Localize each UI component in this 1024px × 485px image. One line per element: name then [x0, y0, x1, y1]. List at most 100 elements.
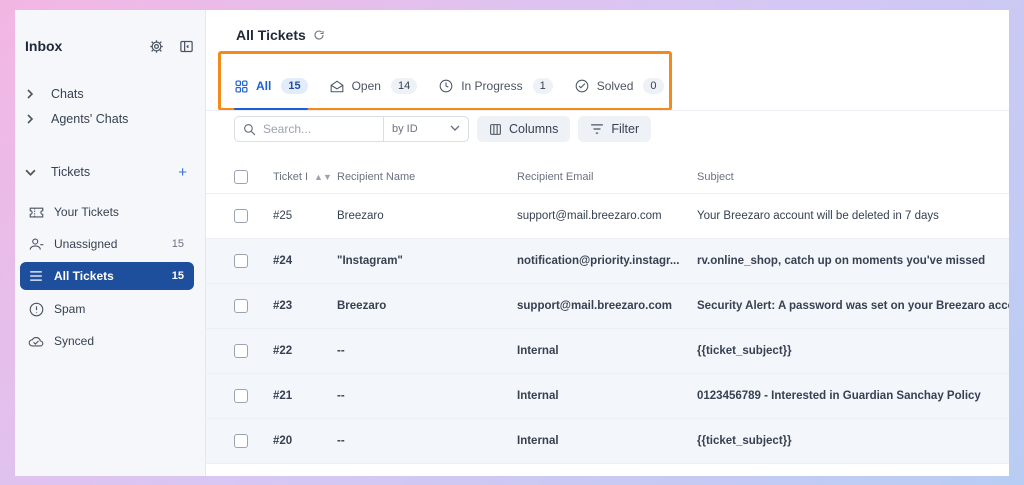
tab-solved[interactable]: Solved 0: [575, 68, 664, 104]
filter-icon: [590, 123, 604, 135]
collapse-panel-icon[interactable]: [177, 37, 195, 55]
sidebar-item-spam[interactable]: Spam: [20, 295, 194, 323]
ticket-subject: rv.online_shop, catch up on moments you'…: [697, 255, 986, 267]
toolbar: by ID Columns Filter: [234, 116, 652, 142]
sidebar-item-all-tickets[interactable]: All Tickets 15: [20, 262, 194, 290]
recipient-name: --: [337, 435, 345, 447]
table-header: Ticket I ▲▼ Recipient Name Recipient Ema…: [206, 160, 1009, 194]
sidebar-item-your-tickets[interactable]: Your Tickets: [20, 198, 194, 226]
sidebar-item-label: Your Tickets: [54, 205, 119, 219]
recipient-email: Internal: [517, 390, 559, 402]
ticket-id: #25: [273, 210, 293, 222]
table-row[interactable]: #21 -- Internal 0123456789 - Interested …: [206, 374, 1009, 419]
tab-in-progress[interactable]: In Progress 1: [439, 68, 553, 104]
ticket-subject: 0123456789 - Interested in Guardian Sanc…: [697, 390, 981, 402]
row-checkbox[interactable]: [234, 344, 248, 358]
sidebar-item-count: 15: [171, 270, 184, 282]
envelope-open-icon: [330, 79, 344, 93]
refresh-icon[interactable]: [313, 29, 325, 41]
row-checkbox[interactable]: [234, 254, 248, 268]
table-row[interactable]: #22 -- Internal {{ticket_subject}}: [206, 329, 1009, 374]
recipient-name: --: [337, 390, 345, 402]
alert-icon: [28, 301, 44, 317]
select-all-checkbox[interactable]: [234, 169, 248, 184]
chevron-right-icon: [25, 114, 39, 124]
search-input[interactable]: [263, 122, 383, 136]
table-row[interactable]: #24 "Instagram" notification@priority.in…: [206, 239, 1009, 284]
main-panel: All Tickets All 15 Open 14 In Progress 1…: [206, 10, 1009, 476]
table-row[interactable]: #20 -- Internal {{ticket_subject}}: [206, 419, 1009, 464]
search-field-select[interactable]: by ID: [383, 117, 468, 141]
gear-icon[interactable]: [147, 37, 165, 55]
row-checkbox[interactable]: [234, 434, 248, 448]
recipient-email: Internal: [517, 345, 559, 357]
app-window: Inbox Chats Agents' Chats Tickets + Your…: [15, 10, 1009, 476]
sidebar-header: Inbox: [25, 36, 195, 56]
list-icon: [28, 268, 44, 284]
sidebar-item-count: 15: [171, 238, 184, 250]
sidebar-group-tickets[interactable]: Tickets +: [21, 161, 195, 183]
tab-count-badge: 1: [532, 78, 553, 94]
divider: [206, 110, 1009, 111]
sidebar-group-label: Agents' Chats: [51, 112, 129, 126]
user-icon: [28, 236, 44, 252]
columns-label: Columns: [509, 122, 559, 136]
row-checkbox[interactable]: [234, 389, 248, 403]
sidebar-item-label: Spam: [54, 302, 86, 316]
recipient-email: Internal: [517, 435, 559, 447]
sidebar: Inbox Chats Agents' Chats Tickets + Your…: [15, 10, 206, 476]
plus-icon[interactable]: +: [178, 164, 187, 181]
tickets-table: Ticket I ▲▼ Recipient Name Recipient Ema…: [206, 160, 1009, 464]
column-header-recipient-name[interactable]: Recipient Name: [337, 171, 517, 183]
ticket-id: #20: [273, 435, 293, 447]
recipient-name: "Instagram": [337, 255, 403, 267]
sidebar-group-chats[interactable]: Chats: [21, 83, 195, 105]
columns-button[interactable]: Columns: [477, 116, 571, 142]
sidebar-item-label: Unassigned: [54, 237, 118, 251]
sidebar-item-synced[interactable]: Synced: [20, 327, 194, 355]
column-header-ticket-id[interactable]: Ticket I ▲▼: [273, 171, 337, 183]
recipient-email: support@mail.breezaro.com: [517, 210, 662, 222]
ticket-id: #23: [273, 300, 293, 312]
chevron-down-icon: [450, 123, 460, 136]
cloud-check-icon: [28, 333, 44, 349]
chevron-down-icon: [25, 167, 39, 178]
page-title-text: All Tickets: [236, 27, 306, 43]
column-header-subject[interactable]: Subject: [697, 171, 1009, 183]
sidebar-title: Inbox: [25, 38, 63, 54]
grid-icon: [234, 79, 248, 93]
recipient-name: Breezaro: [337, 300, 387, 312]
tab-count-badge: 14: [390, 78, 418, 94]
search-icon: [235, 123, 263, 136]
recipient-name: --: [337, 345, 345, 357]
search-field-value: by ID: [392, 123, 418, 135]
table-row[interactable]: #25 Breezaro support@mail.breezaro.com Y…: [206, 194, 1009, 239]
filter-button[interactable]: Filter: [578, 116, 652, 142]
ticket-id: #21: [273, 390, 293, 402]
row-checkbox[interactable]: [234, 209, 248, 223]
tab-label: Open: [351, 79, 381, 93]
tab-open[interactable]: Open 14: [330, 68, 418, 104]
recipient-name: Breezaro: [337, 210, 384, 222]
columns-icon: [489, 123, 502, 136]
ticket-subject: Security Alert: A password was set on yo…: [697, 300, 1009, 312]
row-checkbox[interactable]: [234, 299, 248, 313]
filter-label: Filter: [611, 122, 640, 136]
tab-label: All: [256, 79, 272, 93]
ticket-icon: [28, 204, 44, 220]
clock-icon: [439, 79, 453, 93]
check-circle-icon: [575, 79, 589, 93]
sidebar-item-unassigned[interactable]: Unassigned 15: [20, 230, 194, 258]
recipient-email: notification@priority.instagr...: [517, 255, 680, 267]
chevron-right-icon: [25, 89, 39, 99]
sort-icon[interactable]: ▲▼: [314, 172, 332, 182]
recipient-email: support@mail.breezaro.com: [517, 300, 672, 312]
tab-all[interactable]: All 15: [234, 68, 308, 110]
column-header-recipient-email[interactable]: Recipient Email: [517, 171, 697, 183]
ticket-id: #22: [273, 345, 293, 357]
ticket-subject: Your Breezaro account will be deleted in…: [697, 210, 939, 222]
sidebar-group-agents-chats[interactable]: Agents' Chats: [21, 108, 195, 130]
ticket-id: #24: [273, 255, 293, 267]
tab-label: Solved: [596, 79, 634, 93]
table-row[interactable]: #23 Breezaro support@mail.breezaro.com S…: [206, 284, 1009, 329]
